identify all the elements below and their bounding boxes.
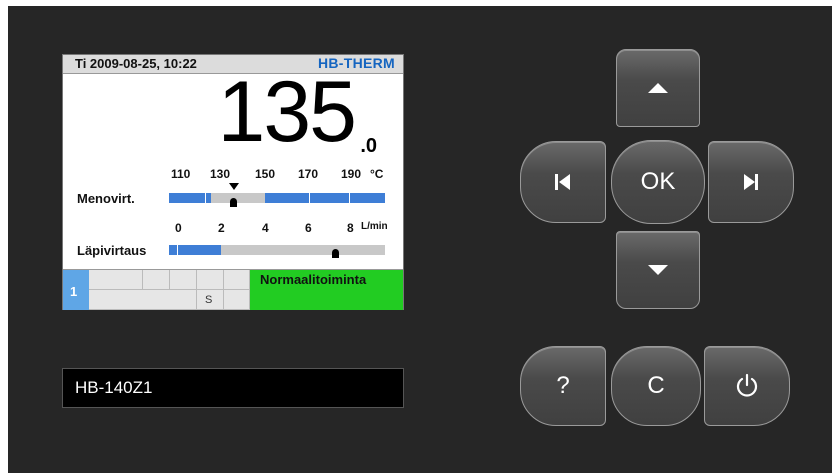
supply-temp-bar [169, 193, 385, 203]
up-arrow-icon [648, 83, 668, 93]
status-bar: 1 S Normaalitoiminta [63, 269, 403, 310]
supply-temp-fill [265, 193, 385, 203]
grid-cell [89, 270, 143, 290]
temp-unit: °C [370, 167, 384, 181]
lcd-screen: Ti 2009-08-25, 10:22 HB-THERM 135 .0 110… [62, 54, 404, 310]
ok-button[interactable]: OK [611, 140, 705, 224]
operating-mode-text: Normaalitoiminta [260, 272, 367, 287]
flow-tick-label: 8 [347, 221, 354, 235]
temp-tick-label: 190 [341, 167, 362, 181]
grid-cell [197, 270, 224, 290]
bar-divider [177, 245, 178, 255]
flow-tick-label: 4 [262, 221, 269, 235]
status-number-text: 1 [70, 284, 78, 299]
power-button[interactable] [704, 346, 790, 426]
up-button[interactable] [616, 49, 700, 127]
flow-tick-label: 2 [218, 221, 225, 235]
grid-cell [170, 270, 197, 290]
clear-label: C [647, 372, 665, 399]
temperature-value: 135 [217, 64, 357, 160]
supply-temp-label: Menovirt. [77, 191, 135, 206]
help-label: ? [556, 372, 570, 399]
model-name: HB-140Z1 [75, 378, 153, 397]
grid-cell [143, 270, 170, 290]
help-button[interactable]: ? [520, 346, 606, 426]
grid-cell [224, 290, 250, 310]
temperature-decimal: .0 [360, 135, 377, 157]
temp-tick-label: 150 [255, 167, 276, 181]
flow-marker [332, 249, 339, 258]
previous-button[interactable] [520, 141, 606, 223]
skip-back-icon [555, 174, 571, 190]
flow-unit: L/min [361, 221, 388, 232]
bar-divider [205, 193, 206, 203]
status-number: 1 [63, 270, 89, 310]
down-arrow-icon [648, 265, 668, 275]
next-button[interactable] [708, 141, 794, 223]
skip-forward-icon [743, 174, 759, 190]
ok-label: OK [640, 168, 676, 195]
bar-divider [349, 193, 350, 203]
down-button[interactable] [616, 231, 700, 309]
temp-tick-label: 170 [298, 167, 319, 181]
status-symbol: S [205, 294, 213, 306]
flow-bar [169, 245, 385, 255]
flow-scale: 0 2 4 6 8 L/min [63, 221, 403, 235]
temperature-scale: 110 130 150 170 190 °C [63, 167, 403, 181]
bar-divider [309, 193, 310, 203]
date-time: Ti 2009-08-25, 10:22 [75, 56, 197, 71]
temp-tick-label: 110 [171, 167, 191, 181]
status-grid: S [89, 270, 250, 310]
flow-label: Läpivirtaus [77, 243, 147, 258]
flow-tick-label: 6 [305, 221, 312, 235]
temp-tick-label: 130 [210, 167, 231, 181]
model-display: HB-140Z1 [62, 368, 404, 408]
power-icon [736, 373, 758, 397]
actual-temp-marker [230, 198, 237, 207]
clear-button[interactable]: C [611, 346, 701, 426]
setpoint-marker [229, 183, 239, 190]
operating-mode: Normaalitoiminta [250, 270, 403, 310]
flow-tick-label: 0 [175, 221, 182, 235]
grid-cell [224, 270, 250, 290]
grid-cell [89, 290, 197, 310]
